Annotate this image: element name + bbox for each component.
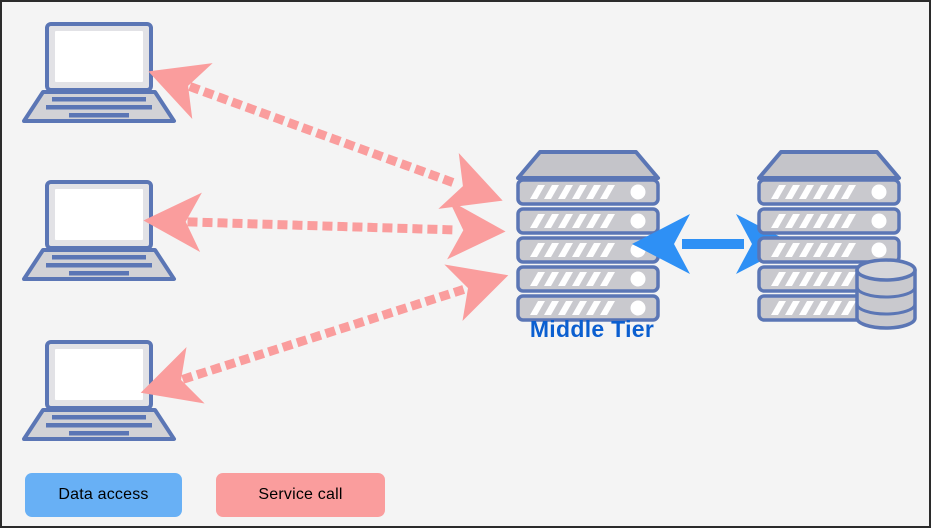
legend-item-service-call[interactable]: Service call [216, 473, 385, 517]
diagram-vector-layer [22, 22, 917, 441]
legend-label-data-access: Data access [58, 486, 149, 503]
laptop-client-1[interactable] [22, 22, 176, 123]
service-call-arrow-3 [140, 264, 509, 404]
database-cylinder-icon [855, 258, 917, 330]
laptop-client-2[interactable] [22, 180, 176, 281]
diagram-canvas: Middle Tier Data access Service call [0, 0, 931, 528]
legend-item-data-access[interactable]: Data access [25, 473, 182, 517]
data-tier-server[interactable] [759, 152, 917, 330]
legend-label-service-call: Service call [258, 486, 343, 503]
service-call-arrow-2 [143, 192, 506, 260]
middle-tier-server[interactable] [518, 152, 658, 320]
service-call-arrow-1 [148, 63, 503, 209]
laptop-client-3[interactable] [22, 340, 176, 441]
middle-tier-label: Middle Tier [529, 316, 655, 342]
